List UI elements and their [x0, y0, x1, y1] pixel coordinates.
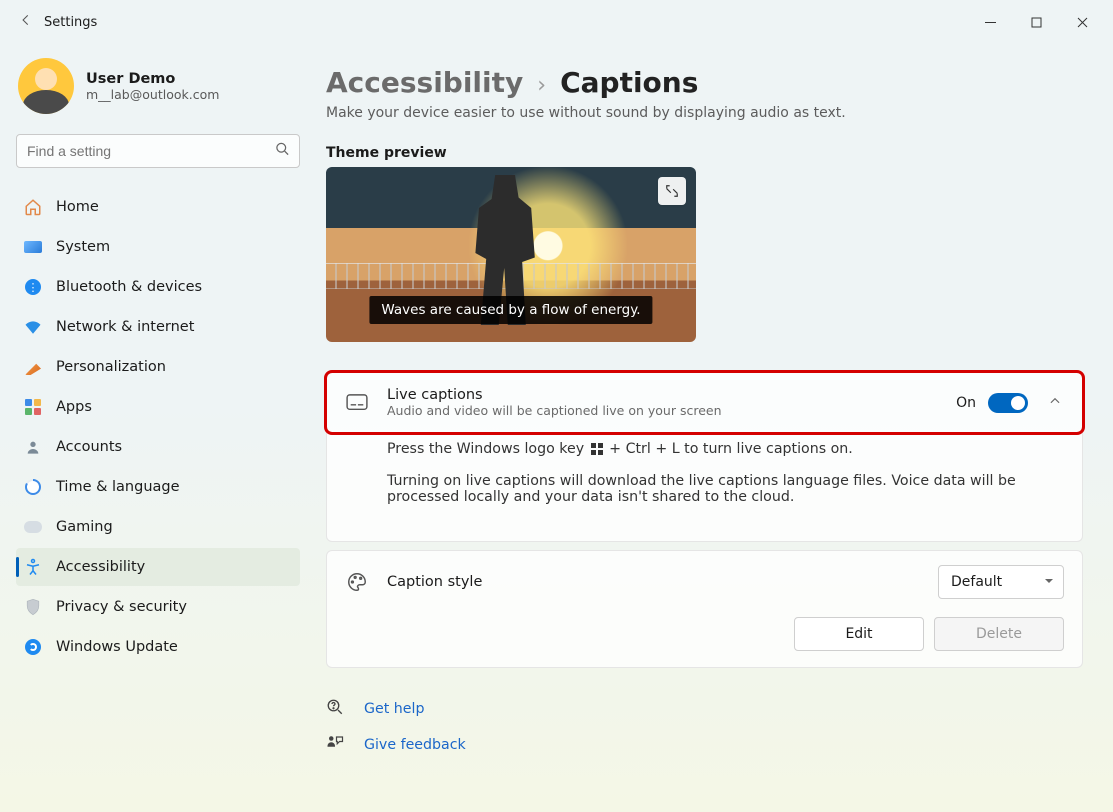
nav-label: Apps	[56, 399, 92, 415]
accessibility-icon	[24, 558, 42, 576]
back-button[interactable]	[8, 13, 44, 31]
caption-style-dropdown[interactable]: Default	[938, 565, 1064, 599]
wifi-icon	[24, 318, 42, 336]
live-captions-body: Press the Windows logo key + Ctrl + L to…	[326, 433, 1083, 542]
nav-windows-update[interactable]: Windows Update	[16, 628, 300, 666]
nav-label: Personalization	[56, 359, 166, 375]
expand-preview-button[interactable]	[658, 177, 686, 205]
search-box[interactable]	[16, 134, 300, 168]
nav-network[interactable]: Network & internet	[16, 308, 300, 346]
nav-label: Windows Update	[56, 639, 178, 655]
live-captions-header[interactable]: Live captions Audio and video will be ca…	[327, 373, 1082, 432]
page-title: Captions	[560, 66, 698, 99]
sidebar: User Demo m__lab@outlook.com Home System…	[0, 44, 312, 812]
search-input[interactable]	[16, 134, 300, 168]
nav-label: Privacy & security	[56, 599, 187, 615]
user-name: User Demo	[86, 71, 219, 87]
gamepad-icon	[24, 518, 42, 536]
nav-label: Home	[56, 199, 99, 215]
theme-preview[interactable]: Waves are caused by a flow of energy.	[326, 167, 696, 342]
chevron-up-icon[interactable]	[1046, 394, 1064, 412]
breadcrumb: Accessibility › Captions	[326, 66, 1083, 99]
live-captions-subtitle: Audio and video will be captioned live o…	[387, 403, 938, 418]
user-email: m__lab@outlook.com	[86, 87, 219, 102]
person-icon	[24, 438, 42, 456]
clock-icon	[24, 478, 42, 496]
nav-system[interactable]: System	[16, 228, 300, 266]
search-icon	[275, 142, 290, 161]
help-icon	[326, 698, 346, 720]
live-captions-note: Turning on live captions will download t…	[387, 473, 1064, 505]
nav-accessibility[interactable]: Accessibility	[16, 548, 300, 586]
nav-gaming[interactable]: Gaming	[16, 508, 300, 546]
give-feedback-link[interactable]: Give feedback	[364, 737, 466, 753]
nav-label: Accessibility	[56, 559, 145, 575]
dropdown-value: Default	[951, 574, 1002, 590]
breadcrumb-parent[interactable]: Accessibility	[326, 66, 523, 99]
title-bar: Settings	[0, 0, 1113, 44]
nav-personalization[interactable]: Personalization	[16, 348, 300, 386]
main-content: Accessibility › Captions Make your devic…	[312, 44, 1113, 812]
nav-time-language[interactable]: Time & language	[16, 468, 300, 506]
home-icon	[24, 198, 42, 216]
nav-apps[interactable]: Apps	[16, 388, 300, 426]
live-captions-toggle[interactable]	[988, 393, 1028, 413]
nav-label: Gaming	[56, 519, 113, 535]
nav-list: Home System ⋮ Bluetooth & devices Networ…	[16, 188, 300, 666]
system-icon	[24, 238, 42, 256]
feedback-icon	[326, 734, 346, 756]
preview-caption-text: Waves are caused by a flow of energy.	[369, 296, 652, 324]
avatar	[18, 58, 74, 114]
nav-label: Accounts	[56, 439, 122, 455]
caption-style-card: Caption style Default Edit Delete	[326, 550, 1083, 668]
brush-icon	[24, 358, 42, 376]
window-title: Settings	[44, 15, 97, 30]
help-links: Get help Give feedback	[326, 698, 1083, 756]
captions-icon	[345, 394, 369, 412]
get-help-link[interactable]: Get help	[364, 701, 424, 717]
palette-icon	[345, 571, 369, 593]
nav-accounts[interactable]: Accounts	[16, 428, 300, 466]
page-description: Make your device easier to use without s…	[326, 105, 1083, 121]
minimize-button[interactable]	[967, 6, 1013, 38]
caption-style-title: Caption style	[387, 574, 920, 590]
nav-label: System	[56, 239, 110, 255]
bluetooth-icon: ⋮	[24, 278, 42, 296]
toggle-state-label: On	[956, 395, 976, 411]
chevron-right-icon: ›	[537, 73, 546, 98]
close-button[interactable]	[1059, 6, 1105, 38]
live-captions-hint: Press the Windows logo key + Ctrl + L to…	[387, 441, 1064, 457]
shield-icon	[24, 598, 42, 616]
nav-bluetooth[interactable]: ⋮ Bluetooth & devices	[16, 268, 300, 306]
live-captions-card: Live captions Audio and video will be ca…	[326, 372, 1083, 433]
maximize-button[interactable]	[1013, 6, 1059, 38]
apps-icon	[24, 398, 42, 416]
update-icon	[24, 638, 42, 656]
theme-preview-label: Theme preview	[326, 145, 1083, 161]
profile-block[interactable]: User Demo m__lab@outlook.com	[18, 58, 300, 114]
nav-label: Time & language	[56, 479, 180, 495]
nav-privacy[interactable]: Privacy & security	[16, 588, 300, 626]
nav-home[interactable]: Home	[16, 188, 300, 226]
windows-key-icon	[591, 443, 603, 455]
nav-label: Network & internet	[56, 319, 194, 335]
edit-button[interactable]: Edit	[794, 617, 924, 651]
live-captions-title: Live captions	[387, 387, 938, 403]
nav-label: Bluetooth & devices	[56, 279, 202, 295]
delete-button: Delete	[934, 617, 1064, 651]
